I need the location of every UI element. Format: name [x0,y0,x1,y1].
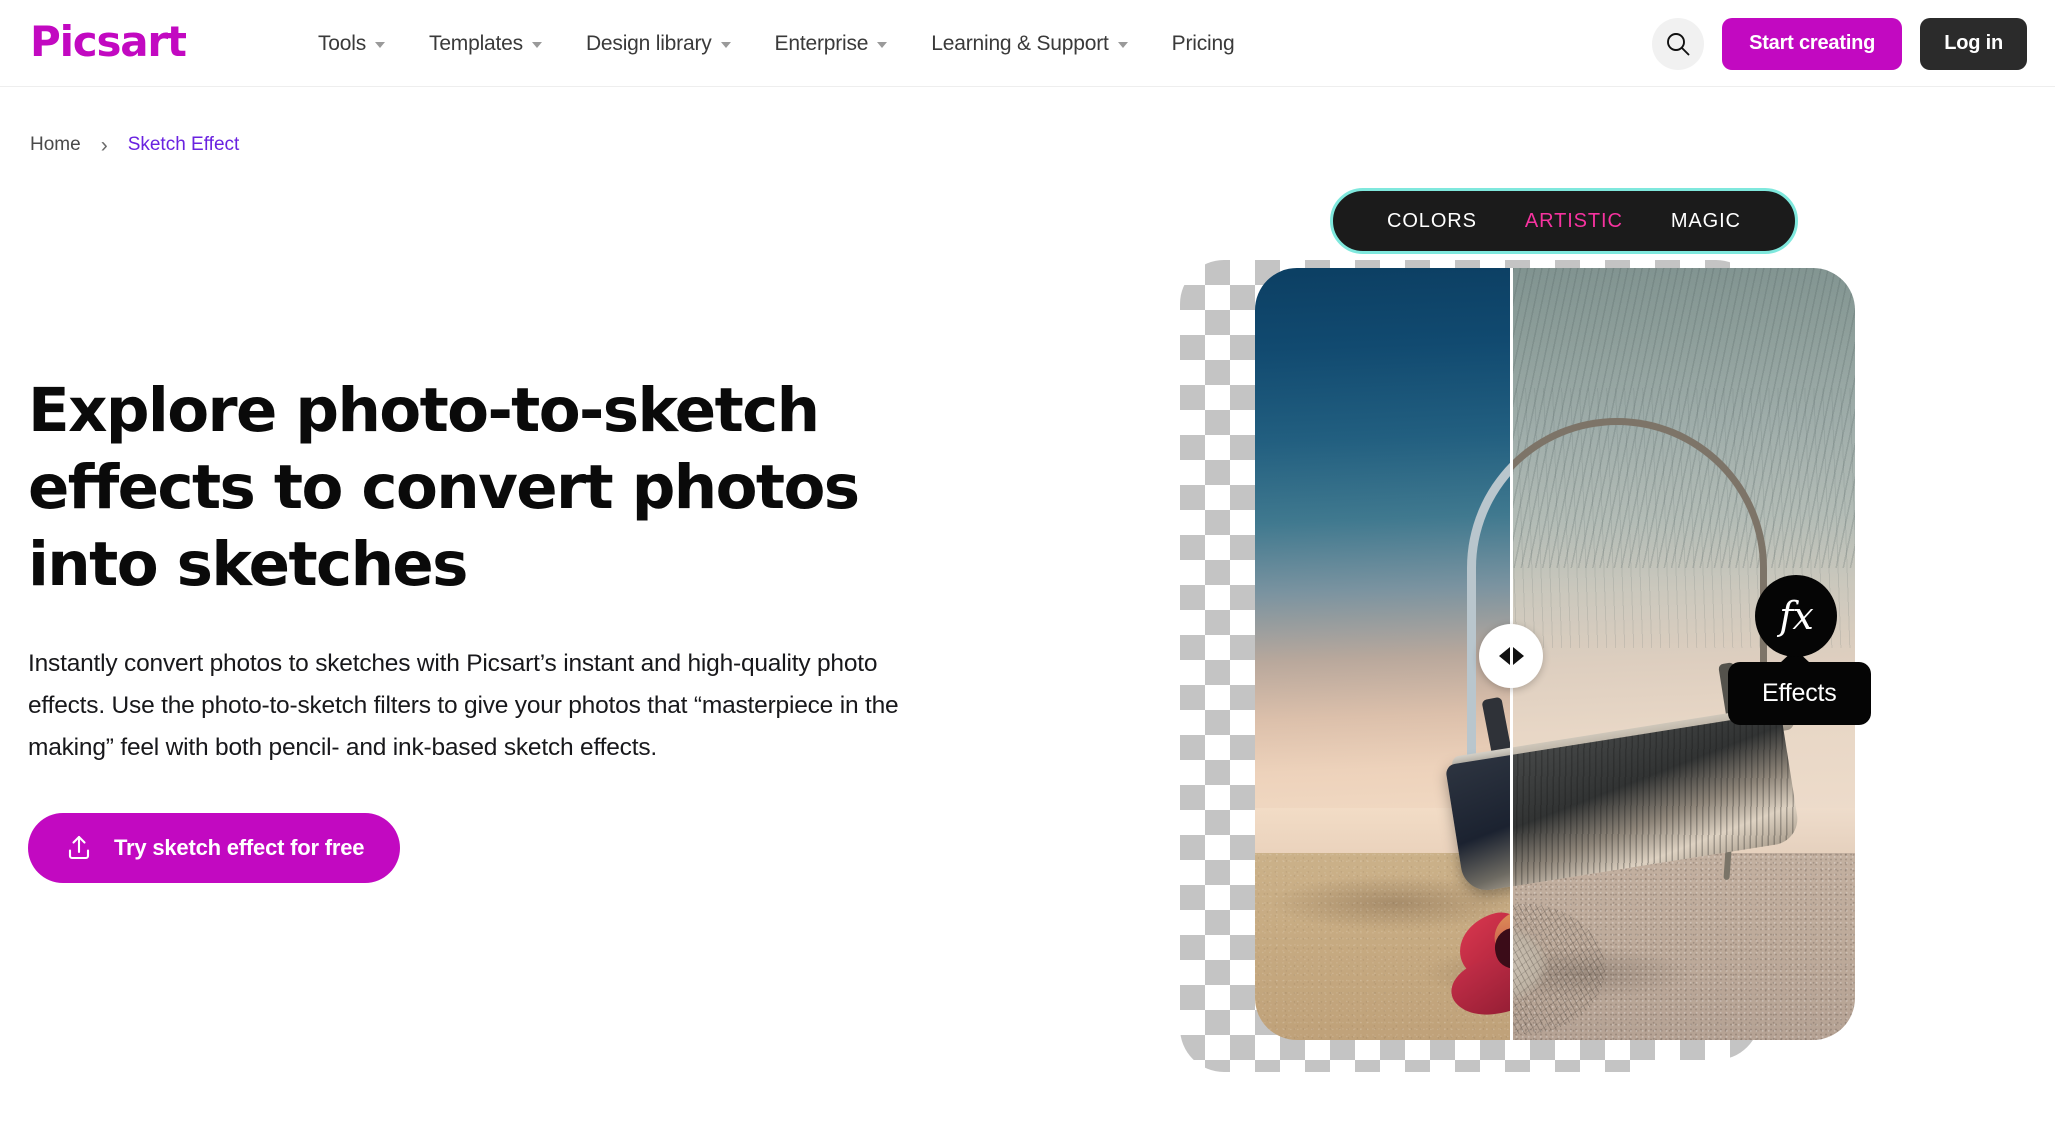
site-header: Picsart Tools Templates Design library E… [0,0,2055,87]
breadcrumb-current[interactable]: Sketch Effect [108,134,260,156]
nav-item-learning-support[interactable]: Learning & Support [909,0,1149,87]
effects-tooltip: Effects [1728,649,1871,725]
chevron-down-icon [531,42,542,48]
compare-arrows-icon [1498,647,1510,665]
tab-artistic[interactable]: ARTISTIC [1501,210,1647,233]
chevron-down-icon [375,42,386,48]
nav-item-label: Learning & Support [931,31,1109,55]
editor-preview: COLORS ARTISTIC MAGIC fx Effects [1150,188,1940,1090]
header-actions: Start creating Log in [1652,0,2027,87]
red-flower [1445,901,1510,1032]
logo-text: Picsart [30,17,187,66]
tab-magic[interactable]: MAGIC [1647,210,1765,233]
cta-label: Try sketch effect for free [114,835,365,860]
search-icon [1667,32,1690,55]
chevron-right-icon: › [100,133,108,157]
tab-colors[interactable]: COLORS [1363,210,1501,233]
nav-item-label: Templates [429,31,523,55]
nav-item-enterprise[interactable]: Enterprise [753,0,910,87]
page-title: Explore photo-to-sketch effects to conve… [28,375,860,600]
chevron-down-icon [877,42,888,48]
nav-item-tools[interactable]: Tools [296,0,407,87]
breadcrumb-home[interactable]: Home [10,134,101,156]
login-button[interactable]: Log in [1920,17,2027,70]
try-sketch-effect-button[interactable]: Try sketch effect for free [28,813,401,883]
nav-item-label: Tools [318,31,367,55]
chevron-down-icon [1117,42,1128,48]
compare-slider-handle[interactable] [1479,624,1543,688]
chevron-down-icon [720,42,731,48]
effects-fx-button[interactable]: fx [1755,575,1837,657]
hero-copy: Explore photo-to-sketch effects to conve… [28,372,958,883]
picsart-logo[interactable]: Picsart [30,17,187,66]
nav-item-templates[interactable]: Templates [407,0,564,87]
upload-icon [68,835,90,860]
nav-item-design-library[interactable]: Design library [564,0,753,87]
nav-item-label: Enterprise [774,31,869,55]
breadcrumb: Home › Sketch Effect [10,128,259,162]
fx-icon: fx [1779,594,1813,638]
start-creating-button[interactable]: Start creating [1722,17,1903,70]
compare-arrows-icon [1512,647,1524,665]
main-navigation: Tools Templates Design library Enterpris… [296,0,1256,87]
before-after-photo-card[interactable] [1255,268,1855,1040]
before-image [1255,268,1510,1040]
effects-category-toolbar: COLORS ARTISTIC MAGIC [1330,188,1798,254]
nav-item-label: Pricing [1171,31,1235,55]
nav-item-label: Design library [585,31,712,55]
search-button[interactable] [1652,17,1705,70]
nav-item-pricing[interactable]: Pricing [1150,0,1257,87]
hero-description: Instantly convert photos to sketches wit… [28,650,899,761]
